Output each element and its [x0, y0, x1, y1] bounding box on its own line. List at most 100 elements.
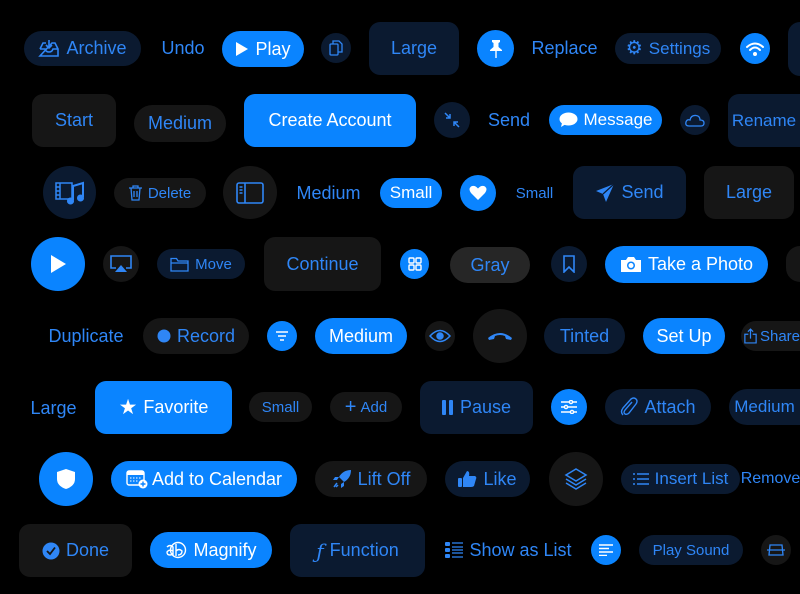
replace-button[interactable]: Replace — [528, 31, 601, 66]
magnify-text-icon — [165, 541, 187, 559]
pin-icon — [488, 39, 504, 59]
grid-button[interactable] — [400, 249, 429, 279]
undo-button[interactable]: Undo — [156, 31, 210, 66]
airplay-button[interactable] — [103, 246, 139, 282]
done-label: Done — [65, 540, 110, 560]
sidebar-button[interactable] — [223, 166, 277, 219]
pause-icon — [441, 400, 454, 415]
partial-icon-button[interactable] — [788, 22, 800, 76]
medium-text-button[interactable]: Medium — [291, 176, 366, 211]
insert-list-button[interactable]: Insert List — [621, 464, 740, 494]
copy-button[interactable] — [321, 33, 351, 63]
attach-label: Attach — [644, 396, 696, 417]
medium-filled-button[interactable]: Medium — [315, 318, 407, 354]
list-icon — [632, 473, 649, 485]
trash-icon — [128, 185, 142, 201]
bookmark-button[interactable] — [551, 246, 587, 282]
perspective-button[interactable] — [761, 535, 791, 565]
wifi-button[interactable] — [740, 33, 770, 64]
send-button[interactable]: Send — [484, 103, 534, 138]
create-account-button[interactable]: Create Account — [244, 94, 416, 147]
duplicate-button[interactable]: Duplicate — [43, 318, 129, 354]
shield-button[interactable] — [39, 452, 93, 506]
airplay-icon — [110, 255, 132, 273]
attach-button[interactable]: Attach — [605, 389, 711, 425]
heart-button[interactable] — [460, 175, 496, 211]
start-button[interactable]: Start — [32, 94, 116, 147]
film-music-button[interactable] — [43, 166, 96, 219]
share-button[interactable]: Share — [741, 321, 800, 351]
list-bullet-icon — [445, 542, 464, 558]
pause-label: Pause — [459, 397, 512, 417]
bookmark-icon — [563, 255, 575, 273]
send-label: Send — [487, 110, 531, 130]
archive-label: Archive — [66, 38, 127, 58]
large-button[interactable]: Large — [369, 22, 459, 75]
done-button[interactable]: Done — [19, 524, 132, 577]
small-gray-button[interactable]: Small — [249, 392, 312, 422]
delete-button[interactable]: Delete — [114, 178, 206, 208]
gray-label: Gray — [470, 254, 510, 275]
show-as-list-button[interactable]: Show as List — [440, 532, 577, 568]
medium-tinted-button[interactable]: Medium — [729, 389, 800, 425]
compress-button[interactable] — [434, 102, 470, 138]
magnify-label: Magnify — [193, 539, 257, 560]
play-button[interactable]: Play — [222, 31, 304, 67]
record-button[interactable]: Record — [143, 318, 249, 354]
continue-button[interactable]: Continue — [264, 237, 381, 291]
gray-button[interactable]: Gray — [450, 247, 530, 283]
small-button[interactable]: Small — [380, 178, 442, 208]
remove-label: Remove — [740, 470, 800, 487]
partial-icon-button[interactable] — [786, 246, 800, 282]
rename-button[interactable]: Rename — [728, 94, 800, 147]
arrows-in-icon — [444, 112, 460, 128]
pause-button[interactable]: Pause — [420, 381, 533, 434]
settings-label: Settings — [648, 38, 711, 58]
take-photo-button[interactable]: Take a Photo — [605, 246, 768, 283]
record-label: Record — [176, 325, 236, 346]
create-account-label: Create Account — [268, 110, 392, 130]
delete-label: Delete — [147, 184, 192, 202]
tinted-button[interactable]: Tinted — [544, 318, 625, 354]
hangup-button[interactable] — [473, 309, 527, 363]
text-align-left-icon — [599, 544, 613, 556]
heart-icon — [469, 185, 487, 201]
setup-button[interactable]: Set Up — [643, 318, 725, 354]
magnify-button[interactable]: Magnify — [150, 532, 272, 568]
eye-button[interactable] — [425, 321, 455, 351]
archive-button[interactable]: Archive — [24, 31, 141, 66]
add-button[interactable]: + Add — [330, 392, 402, 422]
medium-button[interactable]: Medium — [134, 105, 226, 142]
settings-button[interactable]: ⚙ Settings — [615, 33, 721, 64]
lift-off-button[interactable]: Lift Off — [315, 461, 427, 497]
duplicate-label: Duplicate — [48, 325, 124, 346]
cloud-button[interactable] — [680, 105, 710, 135]
sliders-button[interactable] — [551, 389, 587, 425]
add-to-calendar-button[interactable]: Add to Calendar — [111, 461, 297, 497]
layers-icon — [564, 467, 588, 491]
pin-button[interactable] — [477, 30, 514, 67]
move-button[interactable]: Move — [157, 249, 245, 279]
large-gray-button[interactable]: Large — [704, 166, 794, 219]
filter-button[interactable] — [267, 321, 297, 351]
medium-label: Medium — [147, 113, 213, 133]
remove-button[interactable]: Remove — [741, 461, 800, 497]
send-large-button[interactable]: Send — [573, 166, 686, 219]
like-button[interactable]: Like — [445, 461, 530, 497]
small-text-button[interactable]: Small — [510, 178, 559, 208]
large-text-button[interactable]: Large — [26, 390, 81, 426]
like-label: Like — [483, 468, 517, 489]
text-align-button[interactable] — [591, 535, 621, 565]
function-button[interactable]: ƒ Function — [290, 524, 425, 577]
take-photo-label: Take a Photo — [647, 254, 754, 274]
insert-list-label: Insert List — [654, 469, 729, 488]
favorite-label: Favorite — [143, 397, 209, 417]
medium-label: Medium — [734, 397, 795, 416]
message-button[interactable]: Message — [549, 105, 662, 135]
play-circle-button[interactable] — [31, 237, 85, 291]
layers-button[interactable] — [549, 452, 603, 506]
favorite-button[interactable]: ★ Favorite — [95, 381, 232, 434]
checkmark-circle-icon — [42, 542, 60, 560]
play-sound-button[interactable]: Play Sound — [639, 535, 743, 565]
add-label: Add — [360, 398, 388, 416]
